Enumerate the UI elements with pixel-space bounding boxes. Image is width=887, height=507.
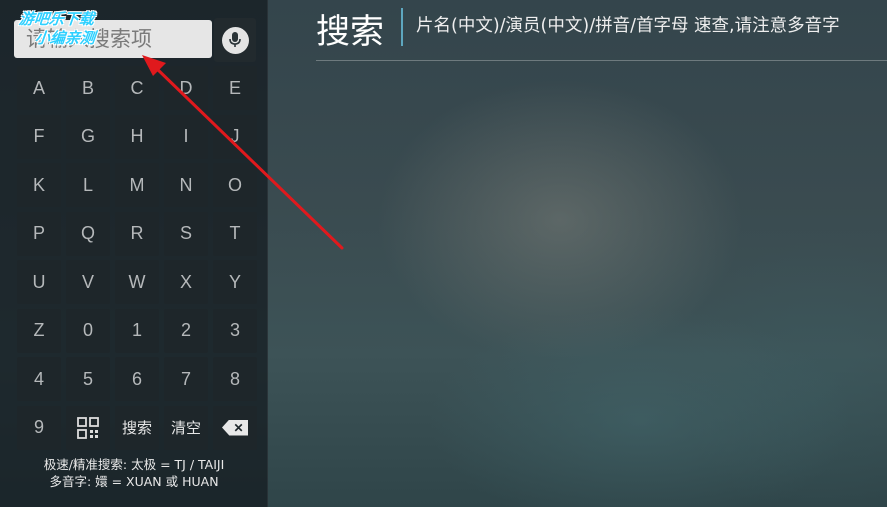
key-3[interactable]: 3	[213, 308, 257, 353]
key-c[interactable]: C	[115, 66, 159, 110]
backspace-key[interactable]: ✕	[213, 405, 257, 450]
key-e[interactable]: E	[213, 66, 257, 110]
key-f[interactable]: F	[17, 114, 61, 159]
title-divider	[401, 8, 403, 46]
key-v[interactable]: V	[66, 260, 110, 304]
key-a[interactable]: A	[17, 66, 61, 110]
key-y[interactable]: Y	[213, 260, 257, 304]
key-x[interactable]: X	[164, 260, 208, 304]
key-8[interactable]: 8	[213, 357, 257, 401]
key-o[interactable]: O	[213, 163, 257, 207]
key-d[interactable]: D	[164, 66, 208, 110]
watermark-line-1: 游吧乐下载	[18, 10, 96, 28]
watermark-line-2: 小编亲测	[34, 29, 97, 47]
key-r[interactable]: R	[115, 211, 159, 256]
keyboard-panel: ABCDE FGHIJ KLMNO PQRST UVWXY Z0123 45678 9 搜索清…	[0, 0, 268, 507]
key-n[interactable]: N	[164, 163, 208, 207]
key-9[interactable]: 9	[17, 405, 61, 450]
key-5[interactable]: 5	[66, 357, 110, 401]
key-h[interactable]: H	[115, 114, 159, 159]
key-4[interactable]: 4	[17, 357, 61, 401]
key-p[interactable]: P	[17, 211, 61, 256]
key-2[interactable]: 2	[164, 308, 208, 353]
key-7[interactable]: 7	[164, 357, 208, 401]
key-1[interactable]: 1	[115, 308, 159, 353]
search-key[interactable]: 搜索	[115, 405, 159, 450]
search-hints: 极速/精准搜索: 太极 = TJ / TAIJI 多音字: 嬛 = XUAN 或…	[0, 456, 268, 490]
hint-line-2: 多音字: 嬛 = XUAN 或 HUAN	[49, 474, 219, 489]
key-m[interactable]: M	[115, 163, 159, 207]
key-k[interactable]: K	[17, 163, 61, 207]
qr-code-icon	[77, 416, 99, 439]
key-t[interactable]: T	[213, 211, 257, 256]
key-w[interactable]: W	[115, 260, 159, 304]
hint-line-1: 极速/精准搜索: 太极 = TJ / TAIJI	[43, 457, 225, 472]
key-z[interactable]: Z	[17, 308, 61, 353]
page-title: 搜索	[316, 12, 384, 52]
key-6[interactable]: 6	[115, 357, 159, 401]
clear-key[interactable]: 清空	[164, 405, 208, 450]
search-instructions: 片名(中文)/演员(中文)/拼音/首字母 速查,请注意多音字	[416, 16, 840, 36]
key-g[interactable]: G	[66, 114, 110, 159]
key-b[interactable]: B	[66, 66, 110, 110]
key-l[interactable]: L	[66, 163, 110, 207]
key-q[interactable]: Q	[66, 211, 110, 256]
key-qr[interactable]	[66, 405, 110, 450]
header-divider	[316, 60, 887, 61]
key-j[interactable]: J	[213, 114, 257, 159]
keyboard-grid: ABCDE FGHIJ KLMNO PQRST UVWXY Z0123 45678 9 搜索清…	[17, 66, 257, 450]
backspace-icon: ✕	[222, 419, 248, 436]
microphone-icon	[221, 26, 249, 54]
voice-search-button[interactable]	[214, 18, 256, 62]
key-u[interactable]: U	[17, 260, 61, 304]
key-0[interactable]: 0	[66, 308, 110, 353]
key-i[interactable]: I	[164, 114, 208, 159]
watermark-logo: 游吧乐下载 小编亲测	[16, 10, 150, 48]
key-s[interactable]: S	[164, 211, 208, 256]
